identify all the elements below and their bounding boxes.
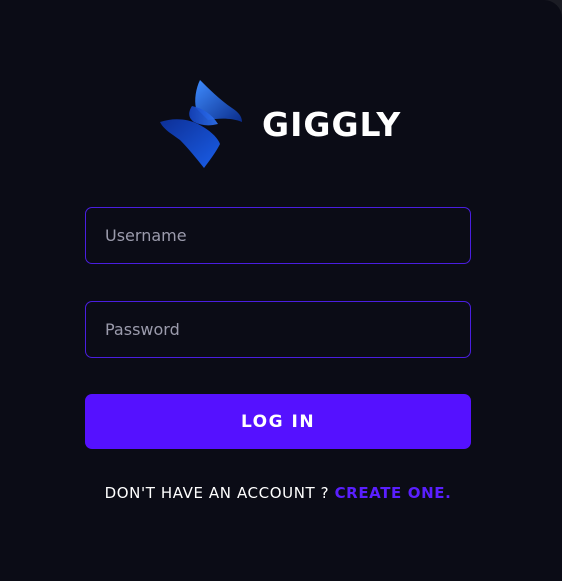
giggly-logo-icon: [160, 80, 242, 168]
username-input[interactable]: [85, 207, 471, 264]
brand-name: GIGGLY: [262, 104, 402, 144]
login-card: GIGGLY LOG IN DON'T HAVE AN ACCOUNT ? CR…: [0, 0, 562, 581]
password-input[interactable]: [85, 301, 471, 358]
login-button[interactable]: LOG IN: [85, 394, 471, 449]
signup-prompt-line: DON'T HAVE AN ACCOUNT ? CREATE ONE.: [85, 484, 471, 502]
brand-header: GIGGLY: [158, 78, 401, 170]
create-account-link[interactable]: CREATE ONE.: [335, 484, 452, 502]
signup-prompt-text: DON'T HAVE AN ACCOUNT ?: [104, 484, 335, 502]
